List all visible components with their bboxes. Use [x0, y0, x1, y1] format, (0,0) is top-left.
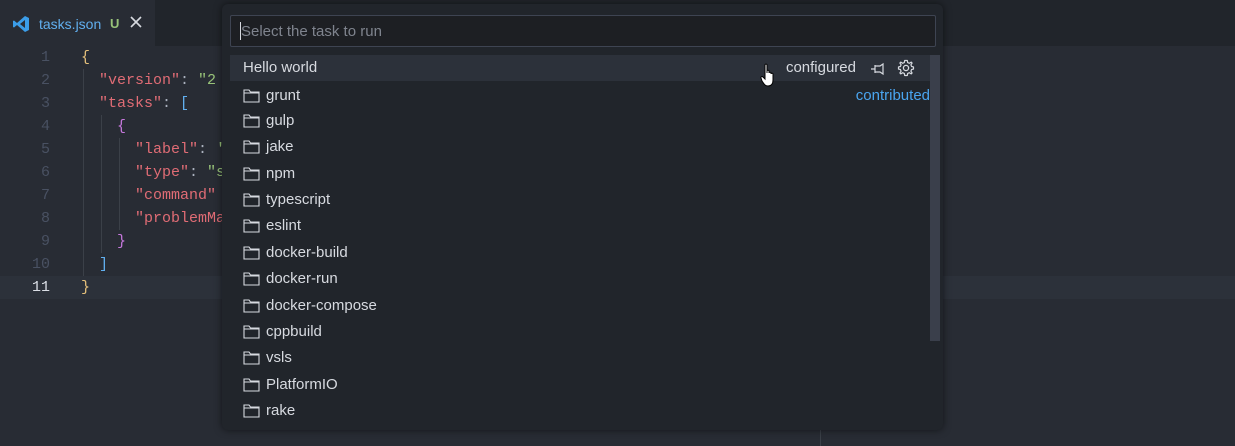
task-item-label: eslint — [266, 217, 302, 234]
tab-tasks-json[interactable]: tasks.json U — [0, 0, 155, 46]
line-number: 7 — [40, 187, 50, 204]
code-token: "type" — [135, 164, 190, 181]
task-item-label: typescript — [266, 191, 331, 208]
code-token: : — [198, 141, 217, 158]
task-item[interactable]: docker-run — [230, 266, 930, 292]
task-item[interactable]: typescript — [230, 187, 930, 213]
folder-icon — [243, 114, 260, 128]
folder-icon — [243, 272, 260, 286]
code-token: [ — [180, 95, 190, 112]
task-item-label: docker-run — [266, 270, 338, 287]
code-token: "command" — [135, 187, 217, 204]
task-item[interactable]: npm — [230, 161, 930, 187]
task-item-label: docker-compose — [266, 297, 377, 314]
folder-icon — [243, 140, 260, 154]
task-item-label: rake — [266, 402, 296, 419]
code-token: } — [81, 279, 91, 296]
folder-icon — [243, 246, 260, 260]
task-item-label: grunt — [266, 87, 301, 104]
folder-icon — [243, 378, 260, 392]
code-token: "version" — [99, 72, 181, 89]
line-number: 1 — [40, 49, 50, 66]
task-item-label: gulp — [266, 112, 295, 129]
contributed-label: contributed — [855, 87, 930, 104]
text-cursor — [240, 22, 241, 40]
line-number: 3 — [40, 95, 50, 112]
task-search-input[interactable] — [230, 15, 936, 47]
code-token: "problemMa — [135, 210, 226, 227]
gear-icon[interactable] — [897, 59, 915, 77]
line-number: 11 — [31, 279, 50, 296]
task-item-description: configured — [785, 59, 856, 76]
task-item[interactable]: docker-compose — [230, 293, 930, 319]
code-token: : — [180, 72, 199, 89]
folder-icon — [243, 89, 260, 103]
task-item[interactable]: rake — [230, 398, 930, 424]
code-token: { — [81, 49, 91, 66]
code-token: "tasks" — [99, 95, 163, 112]
vscode-icon — [13, 16, 29, 32]
folder-icon — [243, 299, 260, 313]
task-list: Hello world configured grunt contributed… — [230, 55, 930, 425]
folder-icon — [243, 167, 260, 181]
task-item[interactable]: gulp — [230, 108, 930, 134]
task-item-selected[interactable]: Hello world configured — [230, 55, 930, 87]
code-token: ] — [99, 256, 109, 273]
code-token: { — [117, 118, 127, 135]
task-item[interactable]: cppbuild — [230, 319, 930, 345]
code-token: "label" — [135, 141, 199, 158]
line-number: 9 — [40, 233, 50, 250]
line-number: 2 — [40, 72, 50, 89]
code-token: } — [117, 233, 127, 250]
code-token: : — [162, 95, 181, 112]
line-number: 4 — [40, 118, 50, 135]
folder-icon — [243, 219, 260, 233]
task-item[interactable]: vsls — [230, 345, 930, 371]
close-icon[interactable] — [128, 14, 144, 30]
line-number: 5 — [40, 141, 50, 158]
code-token: : — [189, 164, 208, 181]
line-number: 6 — [40, 164, 50, 181]
task-item[interactable]: docker-build — [230, 240, 930, 266]
task-item-label: PlatformIO — [266, 376, 338, 393]
task-item-label: cppbuild — [266, 323, 322, 340]
folder-icon — [243, 351, 260, 365]
task-item[interactable]: grunt contributed — [230, 83, 930, 109]
task-item-label: jake — [266, 138, 294, 155]
pin-icon[interactable] — [870, 61, 886, 77]
folder-icon — [243, 325, 260, 339]
task-quick-pick: Hello world configured grunt contributed… — [222, 4, 943, 430]
folder-icon — [243, 193, 260, 207]
tab-title: tasks.json — [39, 16, 102, 32]
task-item[interactable]: jake — [230, 134, 930, 160]
task-item-label: vsls — [266, 349, 292, 366]
task-item-label: npm — [266, 165, 296, 182]
task-item[interactable]: PlatformIO — [230, 372, 930, 398]
line-number: 10 — [31, 256, 50, 273]
list-scrollbar[interactable] — [930, 55, 940, 341]
git-status-badge: U — [110, 16, 120, 31]
line-number: 8 — [40, 210, 50, 227]
task-item-label: docker-build — [266, 244, 348, 261]
folder-icon — [243, 404, 260, 418]
code-token: "2 — [198, 72, 217, 89]
task-item-label: Hello world — [243, 59, 318, 76]
task-item[interactable]: eslint — [230, 213, 930, 239]
